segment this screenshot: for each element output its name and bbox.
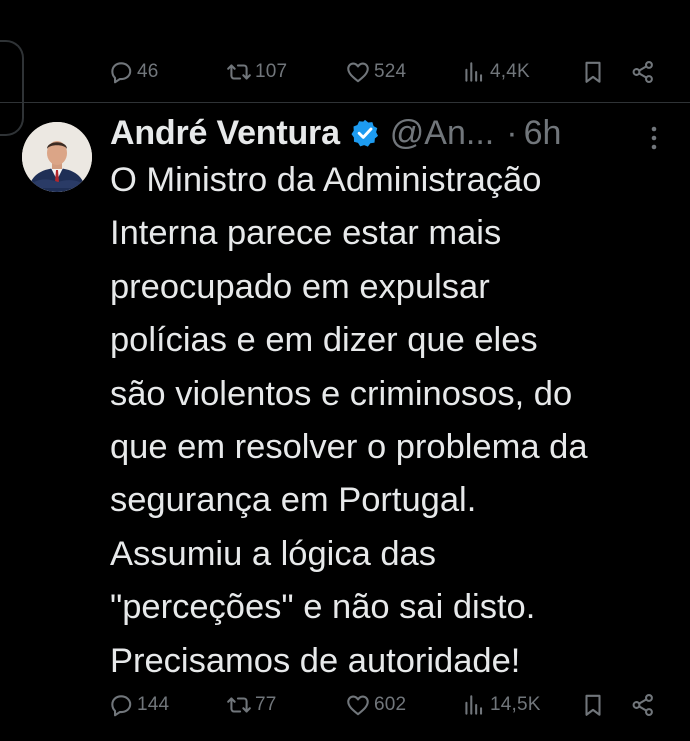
author-photo	[22, 122, 92, 192]
share-icon	[632, 61, 653, 83]
views-count: 14,5K	[490, 694, 541, 715]
reply-count: 46	[137, 61, 159, 82]
share-button[interactable]	[630, 690, 656, 720]
tweet-action-bar: 144 77 602 14,5K	[0, 676, 690, 734]
retweet-button[interactable]: 107	[226, 57, 287, 87]
reply-button[interactable]: 144	[108, 690, 169, 720]
bookmark-button[interactable]	[580, 690, 606, 720]
views-icon	[465, 695, 483, 715]
bookmark-icon	[585, 61, 601, 83]
tweet-time[interactable]: 6h	[524, 114, 562, 153]
share-button[interactable]	[630, 57, 656, 87]
tweet-header: André Ventura @An... · 6h	[110, 112, 690, 154]
retweet-count: 77	[255, 694, 277, 715]
reply-icon	[111, 695, 132, 717]
bookmark-icon	[585, 694, 601, 716]
heart-icon	[347, 62, 369, 83]
reply-count: 144	[137, 694, 170, 715]
views-icon	[465, 62, 483, 82]
like-count: 602	[374, 694, 407, 715]
author-name[interactable]: André Ventura	[110, 114, 340, 153]
thread-edge	[0, 40, 24, 136]
more-vertical-icon[interactable]	[645, 123, 663, 153]
previous-tweet-action-bar: 46 107 524 4,4K	[0, 40, 690, 136]
share-icon	[632, 694, 653, 716]
retweet-button[interactable]: 77	[226, 690, 277, 720]
retweet-icon	[227, 697, 251, 713]
separator-dot: ·	[506, 113, 518, 152]
tweet-text: O Ministro da Administração Interna pare…	[110, 161, 588, 680]
bookmark-button[interactable]	[580, 57, 606, 87]
views-button[interactable]: 14,5K	[461, 690, 541, 720]
like-count: 524	[374, 61, 407, 82]
author-handle[interactable]: @An...	[390, 114, 494, 153]
retweet-count: 107	[255, 61, 288, 82]
heart-icon	[347, 695, 369, 716]
views-count: 4,4K	[490, 61, 530, 82]
avatar[interactable]	[22, 122, 92, 192]
like-button[interactable]: 602	[345, 690, 406, 720]
tweet-divider	[0, 102, 690, 103]
retweet-icon	[227, 64, 251, 80]
verified-badge-icon	[351, 119, 378, 147]
reply-icon	[111, 62, 132, 84]
views-button[interactable]: 4,4K	[461, 57, 530, 87]
reply-button[interactable]: 46	[108, 57, 159, 87]
like-button[interactable]: 524	[345, 57, 406, 87]
